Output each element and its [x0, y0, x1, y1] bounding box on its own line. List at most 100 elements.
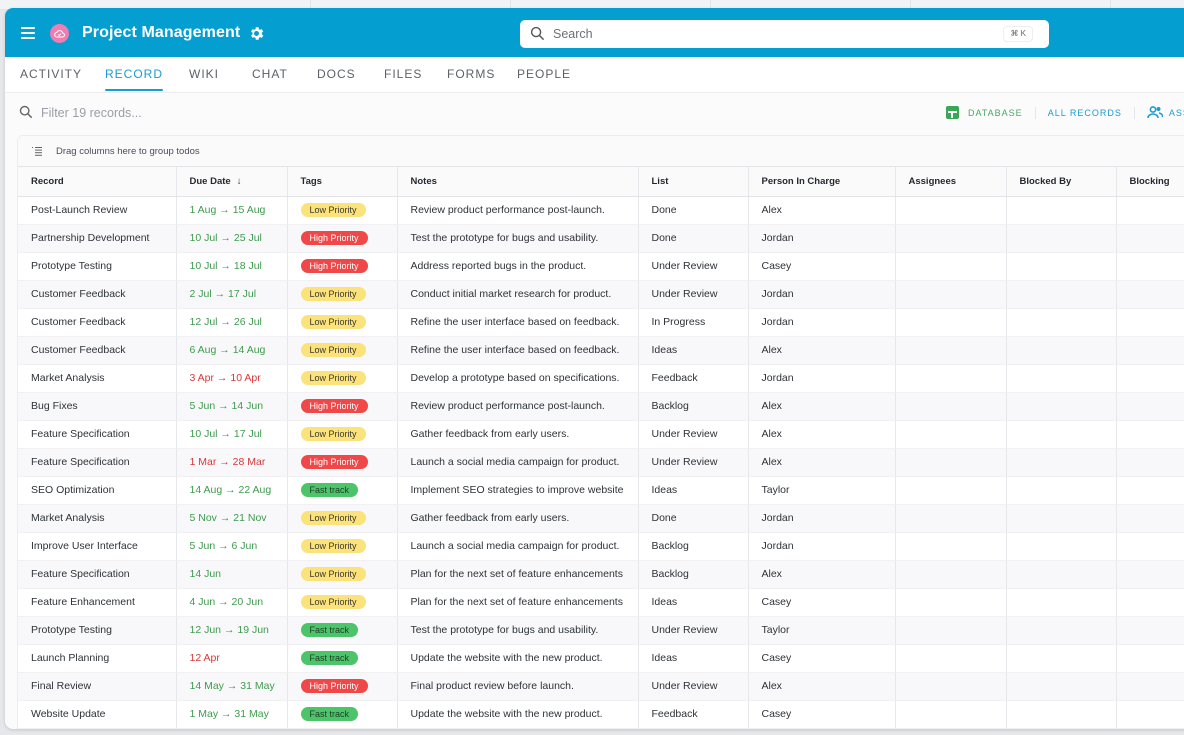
table-row[interactable]: Prototype Testing 10 Jul → 18 Jul High Pri… [18, 252, 1184, 281]
blocking-cell[interactable] [1116, 700, 1184, 729]
due-date-cell[interactable]: 1 Mar → 28 Mar [176, 448, 288, 477]
person-in-charge-cell[interactable]: Alex [748, 392, 896, 421]
table-row[interactable]: Customer Feedback 2 Jul → 17 Jul Low Prior… [18, 280, 1184, 309]
table-row[interactable]: Final Review 14 May → 31 May High Priority… [18, 672, 1184, 701]
table-row[interactable]: Launch Planning 12 Apr Fast track Update th… [18, 644, 1184, 673]
list-cell[interactable]: Feedback [638, 364, 749, 393]
assignees-cell[interactable] [895, 420, 1007, 449]
due-date-cell[interactable]: 10 Jul → 25 Jul [176, 224, 288, 253]
record-cell[interactable]: Market Analysis [18, 364, 177, 393]
record-cell[interactable]: Partnership Development [18, 224, 177, 253]
tags-cell[interactable]: Low Priority [287, 308, 398, 337]
column-header-person-in-charge[interactable]: Person In Charge [748, 167, 896, 197]
column-header-record[interactable]: Record [18, 167, 177, 197]
table-row[interactable]: Feature Enhancement 4 Jun → 20 Jun Low Pri… [18, 588, 1184, 617]
tags-cell[interactable]: Low Priority [287, 364, 398, 393]
tags-cell[interactable]: Low Priority [287, 532, 398, 561]
blocked-by-cell[interactable] [1006, 588, 1117, 617]
notes-cell[interactable]: Implement SEO strategies to improve webs… [397, 476, 639, 505]
record-cell[interactable]: Feature Specification [18, 560, 177, 589]
list-cell[interactable]: Done [638, 224, 749, 253]
assignees-cell[interactable] [895, 364, 1007, 393]
tags-cell[interactable]: Fast track [287, 476, 398, 505]
list-cell[interactable]: Under Review [638, 252, 749, 281]
person-in-charge-cell[interactable]: Taylor [748, 476, 896, 505]
tab-wiki[interactable]: WIKI [189, 67, 219, 81]
table-row[interactable]: Feature Specification 10 Jul → 17 Jul Low … [18, 420, 1184, 449]
table-row[interactable]: Prototype Testing 12 Jun → 19 Jun Fast tra… [18, 616, 1184, 645]
list-cell[interactable]: Under Review [638, 280, 749, 309]
blocked-by-cell[interactable] [1006, 280, 1117, 309]
tags-cell[interactable]: Fast track [287, 700, 398, 729]
assignees-cell[interactable] [895, 672, 1007, 701]
assignees-cell[interactable] [895, 616, 1007, 645]
list-cell[interactable]: Done [638, 196, 749, 225]
list-cell[interactable]: Under Review [638, 616, 749, 645]
tab-people[interactable]: PEOPLE [517, 67, 571, 81]
tab-docs[interactable]: DOCS [317, 67, 356, 81]
assignees-cell[interactable] [895, 280, 1007, 309]
list-cell[interactable]: Ideas [638, 588, 749, 617]
record-cell[interactable]: Website Update [18, 700, 177, 729]
blocked-by-cell[interactable] [1006, 364, 1117, 393]
tags-cell[interactable]: Low Priority [287, 588, 398, 617]
notes-cell[interactable]: Develop a prototype based on specificati… [397, 364, 639, 393]
tags-cell[interactable]: Low Priority [287, 280, 398, 309]
assignees-cell[interactable] [895, 476, 1007, 505]
blocking-cell[interactable] [1116, 616, 1184, 645]
blocked-by-cell[interactable] [1006, 252, 1117, 281]
due-date-cell[interactable]: 5 Jun → 14 Jun [176, 392, 288, 421]
blocking-cell[interactable] [1116, 448, 1184, 477]
tags-cell[interactable]: High Priority [287, 448, 398, 477]
blocked-by-cell[interactable] [1006, 476, 1117, 505]
table-row[interactable]: Feature Specification 14 Jun Low Priority P… [18, 560, 1184, 589]
tab-forms[interactable]: FORMS [447, 67, 495, 81]
blocking-cell[interactable] [1116, 336, 1184, 365]
notes-cell[interactable]: Review product performance post-launch. [397, 392, 639, 421]
list-cell[interactable]: In Progress [638, 308, 749, 337]
record-cell[interactable]: Final Review [18, 672, 177, 701]
blocked-by-cell[interactable] [1006, 196, 1117, 225]
tab-activity[interactable]: ACTIVITY [20, 67, 82, 81]
tags-cell[interactable]: Fast track [287, 644, 398, 673]
assignees-cell[interactable] [895, 252, 1007, 281]
person-in-charge-cell[interactable]: Alex [748, 420, 896, 449]
person-in-charge-cell[interactable]: Alex [748, 560, 896, 589]
blocking-cell[interactable] [1116, 280, 1184, 309]
assignees-cell[interactable] [895, 532, 1007, 561]
due-date-cell[interactable]: 4 Jun → 20 Jun [176, 588, 288, 617]
column-header-notes[interactable]: Notes [397, 167, 639, 197]
table-row[interactable]: Website Update 1 May → 31 May Fast track Up… [18, 700, 1184, 729]
gear-icon[interactable] [248, 25, 265, 42]
tags-cell[interactable]: High Priority [287, 392, 398, 421]
notes-cell[interactable]: Conduct initial market research for prod… [397, 280, 639, 309]
list-cell[interactable]: Ideas [638, 476, 749, 505]
blocking-cell[interactable] [1116, 672, 1184, 701]
person-in-charge-cell[interactable]: Taylor [748, 616, 896, 645]
assignees-cell[interactable] [895, 224, 1007, 253]
blocked-by-cell[interactable] [1006, 504, 1117, 533]
table-row[interactable]: Market Analysis 3 Apr → 10 Apr Low Priorit… [18, 364, 1184, 393]
notes-cell[interactable]: Gather feedback from early users. [397, 504, 639, 533]
person-in-charge-cell[interactable]: Casey [748, 252, 896, 281]
person-in-charge-cell[interactable]: Casey [748, 700, 896, 729]
blocking-cell[interactable] [1116, 308, 1184, 337]
record-cell[interactable]: Market Analysis [18, 504, 177, 533]
person-in-charge-cell[interactable]: Jordan [748, 532, 896, 561]
notes-cell[interactable]: Update the website with the new product. [397, 700, 639, 729]
person-in-charge-cell[interactable]: Casey [748, 588, 896, 617]
blocking-cell[interactable] [1116, 588, 1184, 617]
assignees-cell[interactable] [895, 588, 1007, 617]
blocking-cell[interactable] [1116, 532, 1184, 561]
tags-cell[interactable]: Fast track [287, 616, 398, 645]
record-cell[interactable]: Prototype Testing [18, 616, 177, 645]
person-in-charge-cell[interactable]: Jordan [748, 308, 896, 337]
due-date-cell[interactable]: 14 Aug → 22 Aug [176, 476, 288, 505]
blocking-cell[interactable] [1116, 364, 1184, 393]
tags-cell[interactable]: High Priority [287, 672, 398, 701]
blocked-by-cell[interactable] [1006, 560, 1117, 589]
list-cell[interactable]: Under Review [638, 448, 749, 477]
tags-cell[interactable]: Low Priority [287, 420, 398, 449]
assignees-cell[interactable] [895, 392, 1007, 421]
column-header-due-date[interactable]: Due Date ↓ [176, 167, 288, 197]
